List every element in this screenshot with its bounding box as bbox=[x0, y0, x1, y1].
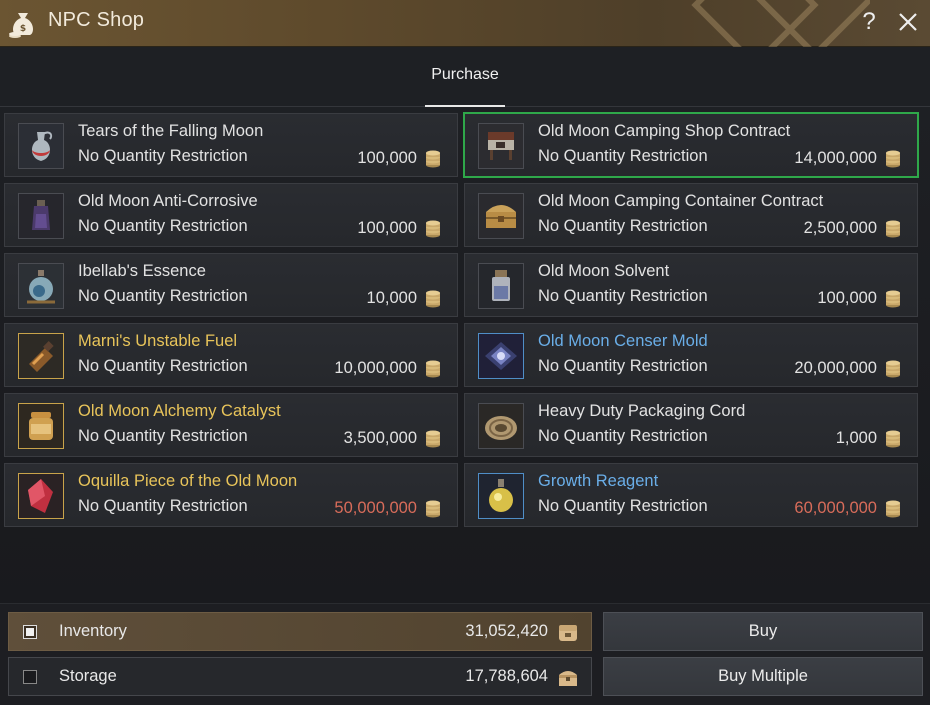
silver-coin-icon bbox=[425, 290, 441, 308]
tab-purchase[interactable]: Purchase bbox=[425, 47, 505, 107]
item-name: Ibellab's Essence bbox=[78, 262, 206, 280]
item-name: Old Moon Anti-Corrosive bbox=[78, 192, 258, 210]
money-bag-icon: $ bbox=[8, 7, 38, 39]
potion-flask-icon bbox=[18, 123, 64, 169]
rope-coil-icon bbox=[478, 403, 524, 449]
silver-coin-icon bbox=[425, 220, 441, 238]
item-quantity-restriction: No Quantity Restriction bbox=[538, 147, 708, 165]
shop-item-card[interactable]: Growth Reagent No Quantity Restriction 60,… bbox=[464, 463, 918, 527]
essence-flask-icon bbox=[18, 263, 64, 309]
shop-item-card[interactable]: Marni's Unstable Fuel No Quantity Restric… bbox=[4, 323, 458, 387]
item-price: 14,000,000 bbox=[794, 149, 877, 167]
window-title: NPC Shop bbox=[48, 9, 145, 31]
silver-coin-icon bbox=[425, 500, 441, 518]
item-price: 100,000 bbox=[357, 149, 417, 167]
item-price: 20,000,000 bbox=[794, 359, 877, 377]
tab-purchase-label: Purchase bbox=[431, 66, 499, 83]
item-name: Old Moon Camping Shop Contract bbox=[538, 122, 791, 140]
item-price: 2,500,000 bbox=[803, 219, 877, 237]
buy-multiple-button[interactable]: Buy Multiple bbox=[603, 657, 923, 696]
close-icon bbox=[899, 13, 917, 31]
close-button[interactable] bbox=[894, 7, 922, 37]
item-price: 1,000 bbox=[835, 429, 877, 447]
active-tab-indicator bbox=[425, 105, 505, 107]
title-decoration bbox=[670, 0, 870, 47]
item-name: Marni's Unstable Fuel bbox=[78, 332, 238, 350]
shop-item-card[interactable]: Tears of the Falling Moon No Quantity Res… bbox=[4, 113, 458, 177]
item-name: Old Moon Camping Container Contract bbox=[538, 192, 824, 210]
item-quantity-restriction: No Quantity Restriction bbox=[538, 217, 708, 235]
shop-item-card[interactable]: Old Moon Camping Shop Contract No Quantit… bbox=[463, 112, 919, 178]
shop-item-card[interactable]: Old Moon Censer Mold No Quantity Restrict… bbox=[464, 323, 918, 387]
shop-item-card[interactable]: Old Moon Anti-Corrosive No Quantity Restr… bbox=[4, 183, 458, 247]
item-name: Growth Reagent bbox=[538, 472, 659, 490]
item-price: 100,000 bbox=[817, 289, 877, 307]
shop-item-card[interactable]: Old Moon Alchemy Catalyst No Quantity Res… bbox=[4, 393, 458, 457]
item-name: Oquilla Piece of the Old Moon bbox=[78, 472, 298, 490]
item-quantity-restriction: No Quantity Restriction bbox=[78, 287, 248, 305]
wallet-inventory-label: Inventory bbox=[59, 622, 127, 640]
wallet-storage-amount: 17,788,604 bbox=[465, 667, 548, 685]
red-crystal-icon bbox=[18, 473, 64, 519]
item-quantity-restriction: No Quantity Restriction bbox=[78, 497, 248, 515]
item-quantity-restriction: No Quantity Restriction bbox=[78, 217, 248, 235]
item-price: 10,000 bbox=[366, 289, 417, 307]
silver-coin-icon bbox=[885, 360, 901, 378]
item-quantity-restriction: No Quantity Restriction bbox=[538, 287, 708, 305]
item-price: 50,000,000 bbox=[334, 499, 417, 517]
tab-bar: Purchase bbox=[0, 47, 930, 107]
mold-plate-icon bbox=[478, 333, 524, 379]
item-quantity-restriction: No Quantity Restriction bbox=[538, 357, 708, 375]
inventory-bag-icon bbox=[557, 621, 579, 643]
item-price: 3,500,000 bbox=[343, 429, 417, 447]
wallet-inventory[interactable]: Inventory 31,052,420 bbox=[8, 612, 592, 651]
shop-item-card[interactable]: Oquilla Piece of the Old Moon No Quantity… bbox=[4, 463, 458, 527]
item-quantity-restriction: No Quantity Restriction bbox=[538, 427, 708, 445]
item-quantity-restriction: No Quantity Restriction bbox=[78, 147, 248, 165]
item-name: Old Moon Solvent bbox=[538, 262, 670, 280]
item-name: Heavy Duty Packaging Cord bbox=[538, 402, 746, 420]
silver-coin-icon bbox=[885, 150, 901, 168]
shop-item-card[interactable]: Old Moon Camping Container Contract No Qu… bbox=[464, 183, 918, 247]
item-price: 10,000,000 bbox=[334, 359, 417, 377]
fuel-bottle-icon bbox=[18, 333, 64, 379]
help-button[interactable]: ? bbox=[857, 7, 881, 37]
silver-coin-icon bbox=[885, 220, 901, 238]
solvent-jar-icon bbox=[478, 263, 524, 309]
silver-coin-icon bbox=[885, 430, 901, 448]
title-bar[interactable]: $ NPC Shop ? bbox=[0, 0, 930, 47]
item-price: 60,000,000 bbox=[794, 499, 877, 517]
shop-item-card[interactable]: Ibellab's Essence No Quantity Restriction… bbox=[4, 253, 458, 317]
silver-coin-icon bbox=[425, 360, 441, 378]
silver-coin-icon bbox=[885, 500, 901, 518]
item-name: Tears of the Falling Moon bbox=[78, 122, 264, 140]
chest-icon bbox=[478, 193, 524, 239]
silver-coin-icon bbox=[425, 430, 441, 448]
silver-coin-icon bbox=[425, 150, 441, 168]
inventory-checkbox[interactable] bbox=[23, 625, 37, 639]
wallet-inventory-amount: 31,052,420 bbox=[465, 622, 548, 640]
dark-bottle-icon bbox=[18, 193, 64, 239]
reagent-flask-icon bbox=[478, 473, 524, 519]
item-quantity-restriction: No Quantity Restriction bbox=[538, 497, 708, 515]
catalyst-jar-icon bbox=[18, 403, 64, 449]
item-name: Old Moon Censer Mold bbox=[538, 332, 708, 350]
wallet-storage[interactable]: Storage 17,788,604 bbox=[8, 657, 592, 696]
item-quantity-restriction: No Quantity Restriction bbox=[78, 357, 248, 375]
shop-stall-icon bbox=[478, 123, 524, 169]
storage-chest-icon bbox=[557, 666, 579, 688]
shop-item-card[interactable]: Old Moon Solvent No Quantity Restriction 1… bbox=[464, 253, 918, 317]
svg-text:$: $ bbox=[20, 24, 26, 34]
item-name: Old Moon Alchemy Catalyst bbox=[78, 402, 281, 420]
item-price: 100,000 bbox=[357, 219, 417, 237]
wallet-storage-label: Storage bbox=[59, 667, 117, 685]
shop-item-card[interactable]: Heavy Duty Packaging Cord No Quantity Res… bbox=[464, 393, 918, 457]
npc-shop-window: $ NPC Shop ? Purchase Tears of the Falli… bbox=[0, 0, 930, 705]
silver-coin-icon bbox=[885, 290, 901, 308]
item-quantity-restriction: No Quantity Restriction bbox=[78, 427, 248, 445]
storage-checkbox[interactable] bbox=[23, 670, 37, 684]
buy-button[interactable]: Buy bbox=[603, 612, 923, 651]
